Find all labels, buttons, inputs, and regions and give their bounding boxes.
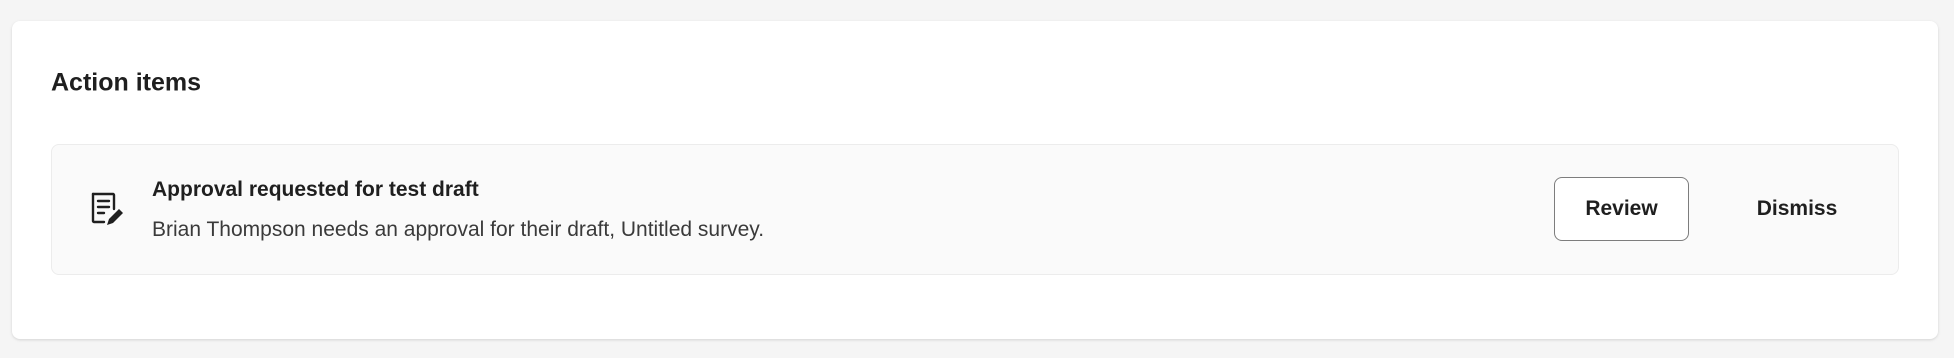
review-button[interactable]: Review bbox=[1554, 177, 1689, 241]
dismiss-button[interactable]: Dismiss bbox=[1722, 177, 1872, 241]
action-item-card: Approval requested for test draft Brian … bbox=[51, 144, 1899, 275]
action-item-description: Brian Thompson needs an approval for the… bbox=[152, 218, 765, 241]
document-edit-icon bbox=[91, 192, 123, 225]
action-items-panel: Action items Approval requested for test… bbox=[12, 21, 1938, 339]
panel-title: Action items bbox=[51, 68, 202, 97]
action-item-title: Approval requested for test draft bbox=[152, 178, 479, 201]
